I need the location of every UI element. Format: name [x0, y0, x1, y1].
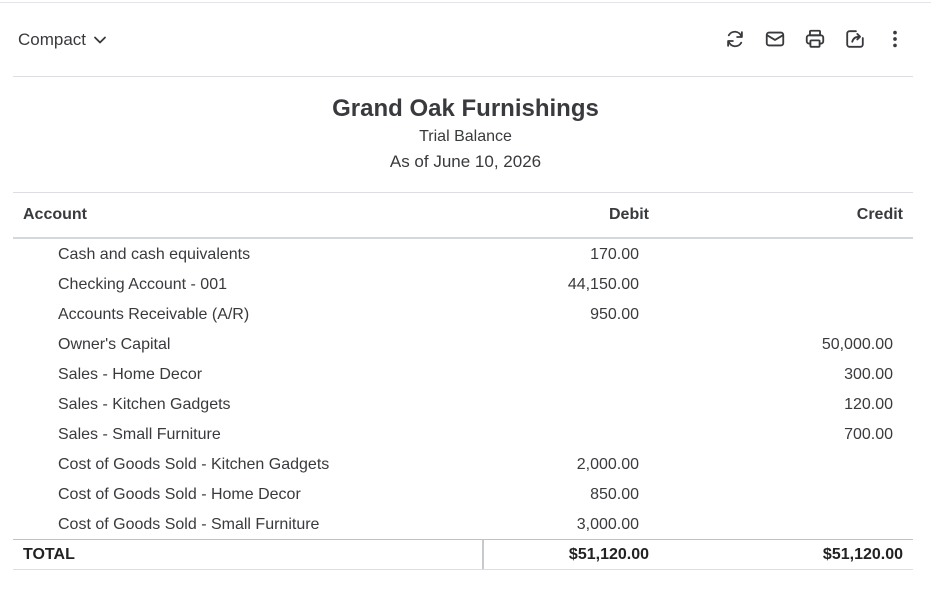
total-credit[interactable]: $51,120.00: [823, 546, 903, 564]
credit-cell[interactable]: 700.00: [844, 426, 893, 444]
trial-balance-table: Account Debit Credit Cash and cash equiv…: [13, 192, 913, 570]
table-row: Sales - Small Furniture 700.00: [13, 419, 913, 449]
debit-cell[interactable]: 2,000.00: [577, 456, 639, 474]
chevron-down-icon: [94, 36, 106, 44]
table-row: Sales - Home Decor 300.00: [13, 359, 913, 389]
account-cell[interactable]: Owner's Capital: [58, 336, 170, 354]
table-row: Cost of Goods Sold - Kitchen Gadgets 2,0…: [13, 449, 913, 479]
email-button[interactable]: [763, 27, 787, 51]
refresh-icon: [727, 30, 743, 48]
report-title: Trial Balance: [419, 128, 512, 145]
account-cell[interactable]: Cost of Goods Sold - Kitchen Gadgets: [58, 456, 329, 474]
email-icon: [765, 31, 785, 47]
header-debit[interactable]: Debit: [609, 206, 649, 224]
header-credit[interactable]: Credit: [857, 206, 903, 224]
account-cell[interactable]: Sales - Kitchen Gadgets: [58, 396, 231, 414]
print-icon: [805, 29, 825, 48]
debit-cell[interactable]: 170.00: [590, 246, 639, 264]
account-cell[interactable]: Sales - Small Furniture: [58, 426, 221, 444]
debit-cell[interactable]: 44,150.00: [568, 276, 639, 294]
table-row: Sales - Kitchen Gadgets 120.00: [13, 389, 913, 419]
total-row: TOTAL $51,120.00 $51,120.00: [13, 539, 913, 570]
company-name: Grand Oak Furnishings: [332, 95, 599, 122]
toolbar-divider: [13, 76, 913, 77]
account-cell[interactable]: Checking Account - 001: [58, 276, 227, 294]
account-cell[interactable]: Cash and cash equivalents: [58, 246, 250, 264]
export-button[interactable]: [843, 27, 867, 51]
total-debit[interactable]: $51,120.00: [569, 546, 649, 564]
header-account[interactable]: Account: [23, 206, 87, 224]
credit-cell[interactable]: 120.00: [844, 396, 893, 414]
account-cell[interactable]: Cost of Goods Sold - Small Furniture: [58, 516, 319, 534]
account-cell[interactable]: Cost of Goods Sold - Home Decor: [58, 486, 301, 504]
table-row: Cost of Goods Sold - Home Decor 850.00: [13, 479, 913, 509]
table-row: Cost of Goods Sold - Small Furniture 3,0…: [13, 509, 913, 539]
account-cell[interactable]: Accounts Receivable (A/R): [58, 306, 249, 324]
debit-cell[interactable]: 950.00: [590, 306, 639, 324]
table-row: Accounts Receivable (A/R) 950.00: [13, 299, 913, 329]
credit-cell[interactable]: 50,000.00: [822, 336, 893, 354]
report-header: Grand Oak Furnishings Trial Balance As o…: [0, 93, 931, 174]
view-mode-label: Compact: [18, 30, 87, 49]
table-header: Account Debit Credit: [13, 192, 913, 239]
credit-cell[interactable]: 300.00: [844, 366, 893, 384]
report-toolbar: Compact: [13, 18, 913, 62]
print-button[interactable]: [803, 27, 827, 51]
more-icon: [893, 30, 897, 48]
debit-cell[interactable]: 850.00: [590, 486, 639, 504]
account-cell[interactable]: Sales - Home Decor: [58, 366, 202, 384]
more-options-button[interactable]: [883, 27, 907, 51]
refresh-button[interactable]: [723, 27, 747, 51]
report-date: As of June 10, 2026: [389, 152, 542, 171]
debit-cell[interactable]: 3,000.00: [577, 516, 639, 534]
view-mode-dropdown[interactable]: Compact: [18, 30, 108, 50]
column-resize-handle[interactable]: [482, 540, 484, 569]
total-label: TOTAL: [23, 546, 75, 563]
export-icon: [846, 30, 864, 48]
table-row: Cash and cash equivalents 170.00: [13, 239, 913, 269]
top-divider: [0, 2, 931, 3]
table-row: Checking Account - 001 44,150.00: [13, 269, 913, 299]
table-row: Owner's Capital 50,000.00: [13, 329, 913, 359]
report-actions: [723, 27, 907, 51]
table-body: Cash and cash equivalents 170.00 Checkin…: [13, 239, 913, 539]
